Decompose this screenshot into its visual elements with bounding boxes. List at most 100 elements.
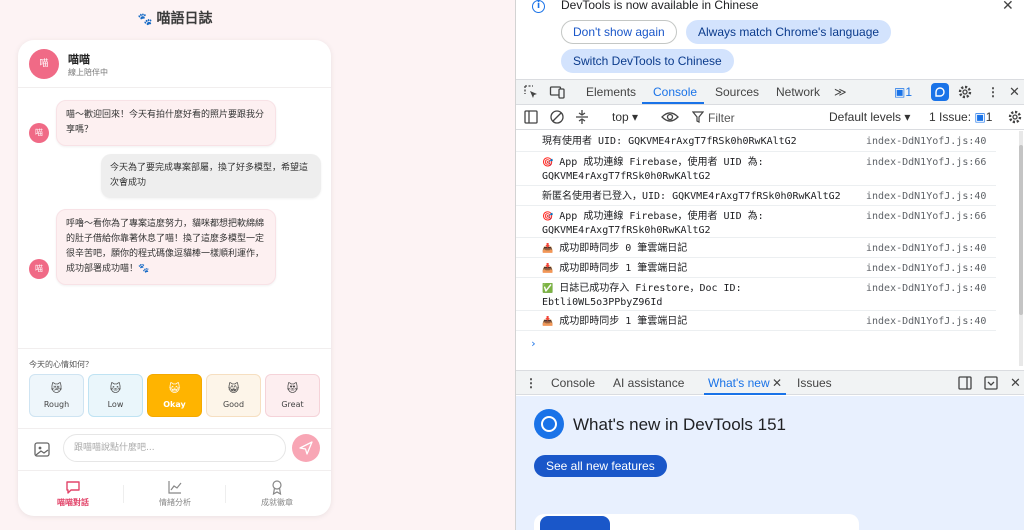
message-input[interactable]: [63, 434, 286, 462]
issue-icon: ▣: [974, 110, 986, 124]
device-toolbar-icon[interactable]: [549, 84, 565, 100]
inspect-element-icon[interactable]: [523, 84, 539, 100]
drawer-tab-console[interactable]: Console: [551, 376, 595, 390]
log-source-link[interactable]: index-DdN1YofJ.js:40: [866, 190, 986, 203]
console-log-row: 📥 成功即時同步 0 筆雲端日記 index-DdN1YofJ.js:40: [516, 238, 996, 258]
app-page: 🐾 喵語日誌 喵 喵喵 線上陪伴中 喵 喵～歡迎回來！今天有拍什麼好看的照片要跟我…: [0, 0, 515, 530]
log-source-link[interactable]: index-DdN1YofJ.js:40: [866, 282, 986, 295]
ai-assistant-icon[interactable]: [931, 83, 949, 101]
log-levels-selector[interactable]: Default levels ▾: [829, 110, 910, 124]
tab-elements[interactable]: Elements: [586, 85, 636, 99]
eye-icon[interactable]: [661, 109, 679, 125]
mood-label: Low: [107, 400, 124, 409]
nav-item-stats[interactable]: 情緒分析: [123, 471, 227, 516]
mood-option-great[interactable]: 😻 Great: [265, 374, 320, 417]
console-log-row: ✅ 日誌已成功存入 Firestore，Doc ID: Ebtli0WL5o3P…: [516, 278, 996, 311]
nav-item-badges[interactable]: 成就徽章: [225, 471, 329, 516]
inbox-tray-icon: 📥: [542, 317, 554, 327]
context-selector[interactable]: top ▾: [612, 110, 638, 124]
cat-avatar: 喵: [29, 259, 49, 279]
nav-item-chat[interactable]: 喵喵對話: [21, 471, 125, 516]
cat-face-icon: 🐱: [109, 382, 122, 395]
console-settings-icon[interactable]: [1007, 109, 1023, 125]
log-source-link[interactable]: index-DdN1YofJ.js:66: [866, 156, 986, 169]
language-infobar: i DevTools is now available in Chinese ✕…: [516, 0, 1024, 80]
tab-network[interactable]: Network: [776, 85, 820, 99]
chrome-devtools-logo-icon: [534, 409, 564, 439]
mood-option-rough[interactable]: 😿 Rough: [29, 374, 84, 417]
devtools-tabbar: Elements Console Sources Network ≫ ▣1 ⋮ …: [516, 80, 1024, 105]
log-message: 📥 成功即時同步 0 筆雲端日記: [542, 242, 872, 256]
nav-label: 情緒分析: [159, 498, 191, 507]
message-composer: [18, 428, 331, 470]
devtools-panel: i DevTools is now available in Chinese ✕…: [515, 0, 1024, 530]
chat-icon: [66, 481, 80, 494]
log-text: App 成功連線 Firebase，使用者 UID 為: GQKVME4rAxg…: [542, 157, 764, 182]
close-icon[interactable]: ✕: [1002, 0, 1014, 14]
clear-console-icon[interactable]: [549, 109, 565, 125]
switch-language-button[interactable]: Switch DevTools to Chinese: [561, 49, 734, 73]
see-all-features-button[interactable]: See all new features: [534, 455, 667, 477]
check-mark-icon: ✅: [542, 284, 554, 294]
console-output: 現有使用者 UID: GQKVME4rAxgT7fRSk0h0RwKAltG2 …: [516, 131, 1016, 369]
tab-console[interactable]: Console: [653, 85, 697, 99]
chat-status: 線上陪伴中: [68, 68, 108, 77]
image-icon: [34, 442, 50, 457]
mood-label: Okay: [163, 400, 186, 409]
image-upload-button[interactable]: [32, 441, 52, 459]
chat-header: 喵 喵喵 線上陪伴中: [18, 40, 331, 88]
mood-option-good[interactable]: 😸 Good: [206, 374, 261, 417]
dock-bottom-icon[interactable]: [983, 375, 999, 391]
console-scroll-thumb[interactable]: [1019, 145, 1023, 315]
close-tab-icon[interactable]: ✕: [772, 376, 782, 390]
close-drawer-icon[interactable]: ✕: [1010, 375, 1021, 391]
close-devtools-icon[interactable]: ✕: [1009, 84, 1020, 100]
log-source-link[interactable]: index-DdN1YofJ.js:66: [866, 210, 986, 223]
active-drawer-tab-indicator: [704, 393, 786, 395]
dont-show-again-button[interactable]: Don't show again: [561, 20, 677, 44]
filter-settings-icon[interactable]: [574, 109, 590, 125]
dock-side-icon[interactable]: [957, 375, 973, 391]
mood-label: Great: [281, 400, 304, 409]
target-icon: 🎯: [542, 212, 554, 222]
log-message: 📥 成功即時同步 1 筆雲端日記: [542, 315, 872, 329]
whats-new-title: What's new in DevTools 151: [573, 415, 787, 434]
console-log-row: 🎯 App 成功連線 Firebase，使用者 UID 為: GQKVME4rA…: [516, 206, 996, 238]
issues-counter[interactable]: 1 Issue: ▣1: [929, 110, 992, 124]
log-source-link[interactable]: index-DdN1YofJ.js:40: [866, 242, 986, 255]
log-source-link[interactable]: index-DdN1YofJ.js:40: [866, 315, 986, 328]
heart-eyes-cat-icon: 😻: [286, 382, 299, 395]
crying-cat-icon: 😿: [50, 382, 63, 395]
tab-sources[interactable]: Sources: [715, 85, 759, 99]
paw-icon: 🐾: [137, 12, 153, 26]
gear-icon[interactable]: [957, 84, 973, 100]
log-message: 🎯 App 成功連線 Firebase，使用者 UID 為: GQKVME4rA…: [542, 210, 872, 237]
mood-option-low[interactable]: 🐱 Low: [88, 374, 143, 417]
send-button[interactable]: [292, 434, 320, 462]
log-message: 新匿名使用者已登入，UID: GQKVME4rAxgT7fRSk0h0RwKAl…: [542, 190, 872, 204]
always-match-language-button[interactable]: Always match Chrome's language: [686, 20, 892, 44]
app-title: 🐾 喵語日誌: [0, 8, 350, 28]
console-prompt[interactable]: ›: [530, 337, 537, 350]
log-source-link[interactable]: index-DdN1YofJ.js:40: [866, 262, 986, 275]
drawer-menu-icon[interactable]: ⋮: [525, 376, 537, 390]
log-source-link[interactable]: index-DdN1YofJ.js:40: [866, 135, 986, 148]
messages-badge[interactable]: ▣1: [894, 85, 912, 99]
more-tabs-icon[interactable]: ≫: [834, 85, 847, 99]
chart-icon: [168, 481, 182, 494]
drawer-tab-whats-new[interactable]: What's new: [708, 376, 770, 390]
log-message: 📥 成功即時同步 1 筆雲端日記: [542, 262, 872, 276]
sidebar-toggle-icon[interactable]: [523, 109, 539, 125]
mood-selector: 今天的心情如何？ 😿 Rough 🐱 Low 😺 Okay 😸 Good 😻 G…: [18, 348, 331, 428]
log-text: 現有使用者 UID: GQKVME4rAxgT7fRSk0h0RwKAltG2: [542, 136, 797, 147]
console-toolbar: top ▾ Default levels ▾ 1 Issue: ▣1: [516, 105, 1024, 130]
mood-label: Good: [222, 400, 245, 409]
log-message: ✅ 日誌已成功存入 Firestore，Doc ID: Ebtli0WL5o3P…: [542, 282, 872, 309]
log-message: 現有使用者 UID: GQKVME4rAxgT7fRSk0h0RwKAltG2: [542, 135, 872, 149]
mood-option-okay[interactable]: 😺 Okay: [147, 374, 202, 417]
filter-input[interactable]: [690, 108, 810, 127]
drawer-tab-issues[interactable]: Issues: [797, 376, 832, 390]
console-log-row: 現有使用者 UID: GQKVME4rAxgT7fRSk0h0RwKAltG2 …: [516, 131, 996, 152]
drawer-tab-ai-assistance[interactable]: AI assistance: [613, 376, 684, 390]
more-options-icon[interactable]: ⋮: [987, 85, 999, 99]
